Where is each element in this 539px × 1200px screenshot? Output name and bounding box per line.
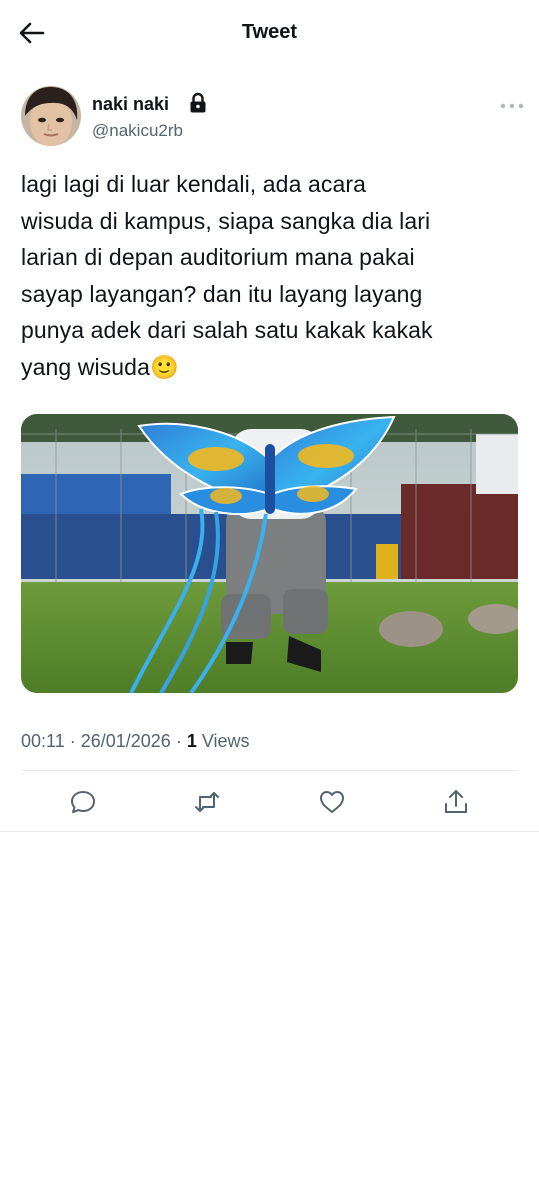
reply-icon[interactable] <box>68 787 98 817</box>
tweet-text: lagi lagi di luar kendali, ada acara wis… <box>21 171 433 380</box>
tweet-date: 26/01/2026 <box>80 731 171 751</box>
page-title: Tweet <box>241 21 298 43</box>
meta-separator: · <box>170 731 187 751</box>
divider <box>21 770 518 771</box>
lock-icon <box>190 92 206 113</box>
more-horizontal-icon[interactable] <box>497 96 527 116</box>
tweet-photo[interactable] <box>21 414 518 693</box>
share-icon[interactable] <box>441 787 471 817</box>
meta-separator: · <box>64 731 81 751</box>
display-name[interactable]: naki naki <box>92 94 169 115</box>
tweet-actions <box>0 782 539 822</box>
retweet-icon[interactable] <box>192 787 222 817</box>
user-handle[interactable]: @nakicu2rb <box>92 121 183 141</box>
views-label: Views <box>196 731 250 751</box>
views-count: 1 <box>186 731 197 751</box>
avatar[interactable] <box>21 86 81 146</box>
like-icon[interactable] <box>317 787 347 817</box>
divider <box>0 831 539 832</box>
tweet-meta: 00:11 · 26/01/2026 · 1 Views <box>21 731 250 752</box>
tweet-author: naki naki @nakicu2rb <box>21 86 524 148</box>
top-bar: Tweet <box>0 0 539 68</box>
tweet-time: 00:11 <box>21 731 65 751</box>
